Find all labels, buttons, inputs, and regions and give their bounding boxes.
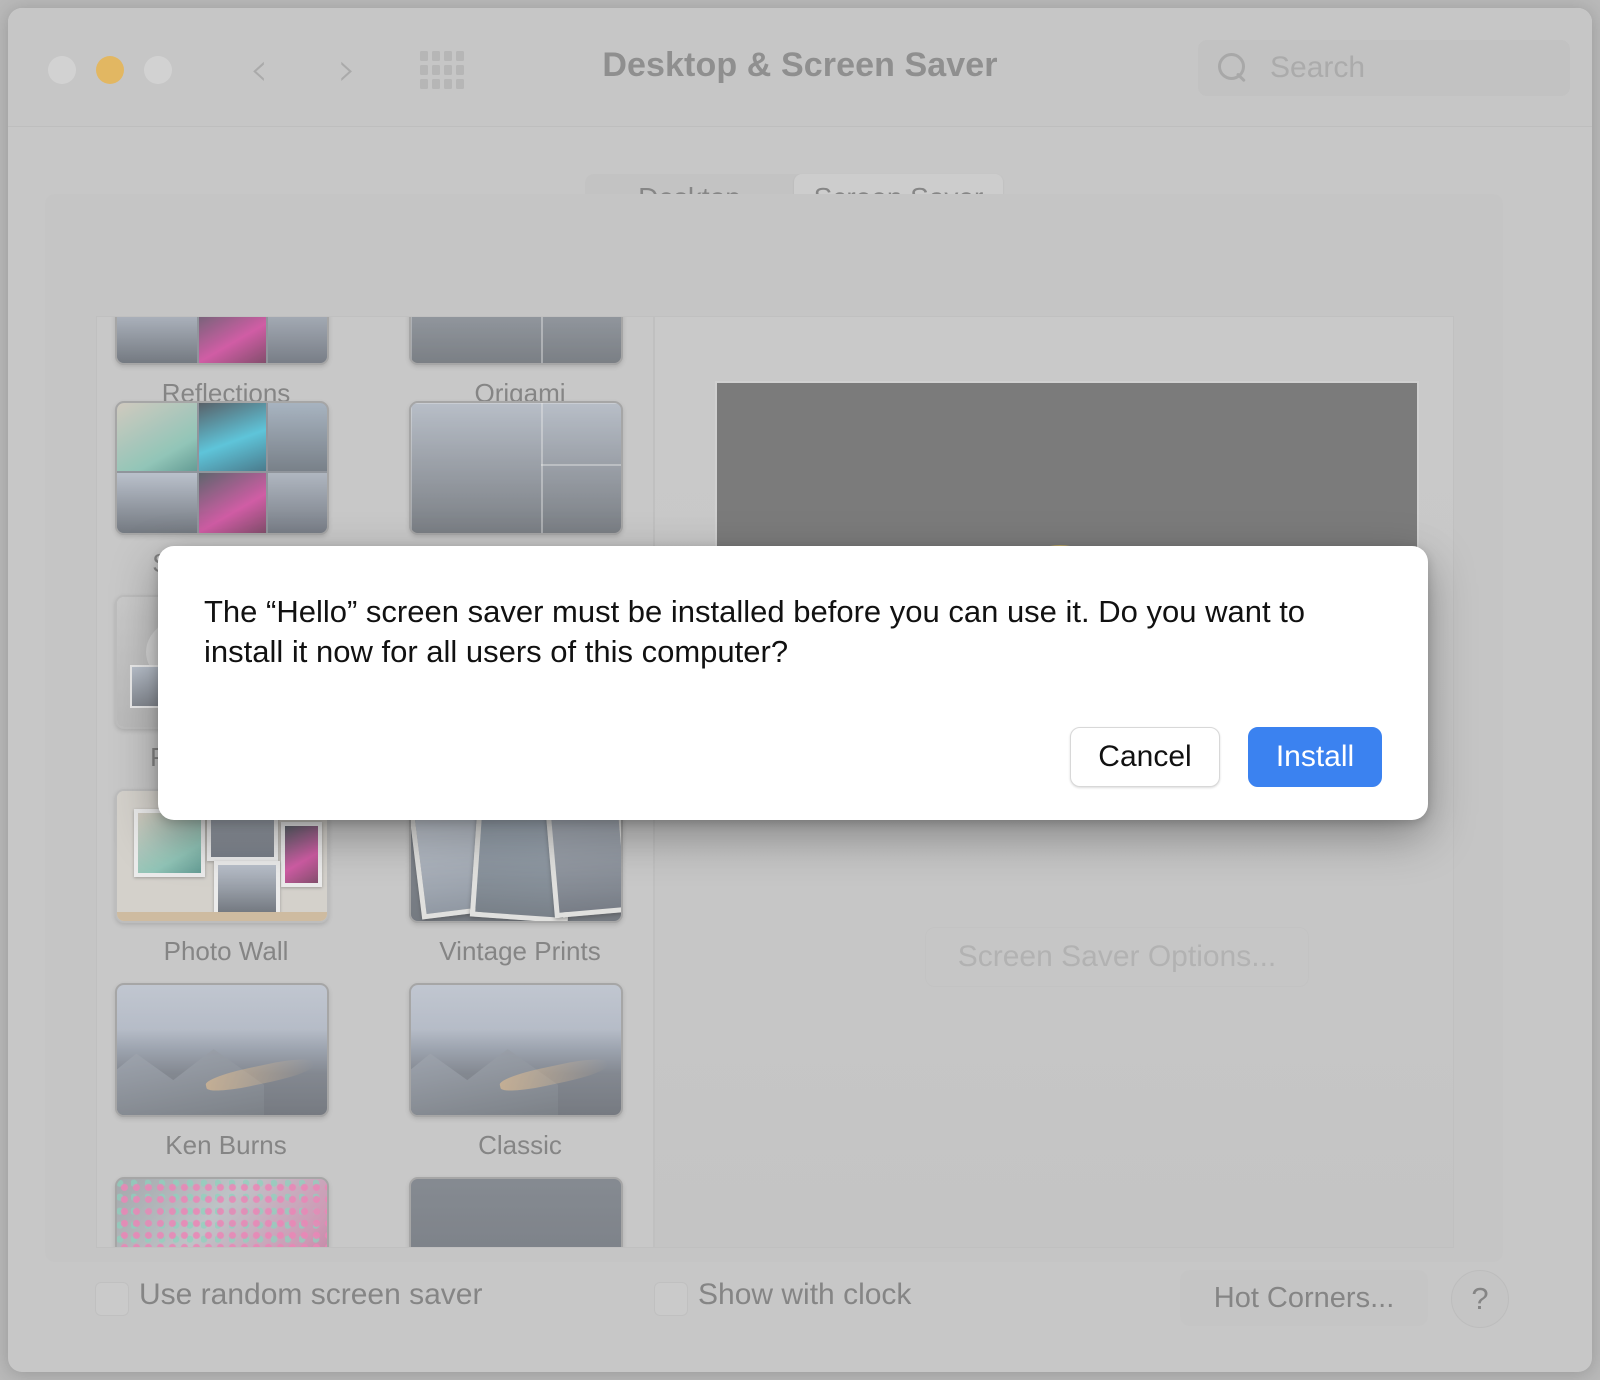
- dialog-button-row: Cancel Install: [1070, 727, 1382, 787]
- install-screen-saver-dialog: The “Hello” screen saver must be install…: [158, 546, 1428, 820]
- install-button[interactable]: Install: [1248, 727, 1382, 787]
- preferences-window: ‹ › Desktop & Screen Saver Search Deskto…: [8, 8, 1592, 1372]
- dialog-message: The “Hello” screen saver must be install…: [204, 592, 1364, 673]
- cancel-button[interactable]: Cancel: [1070, 727, 1220, 787]
